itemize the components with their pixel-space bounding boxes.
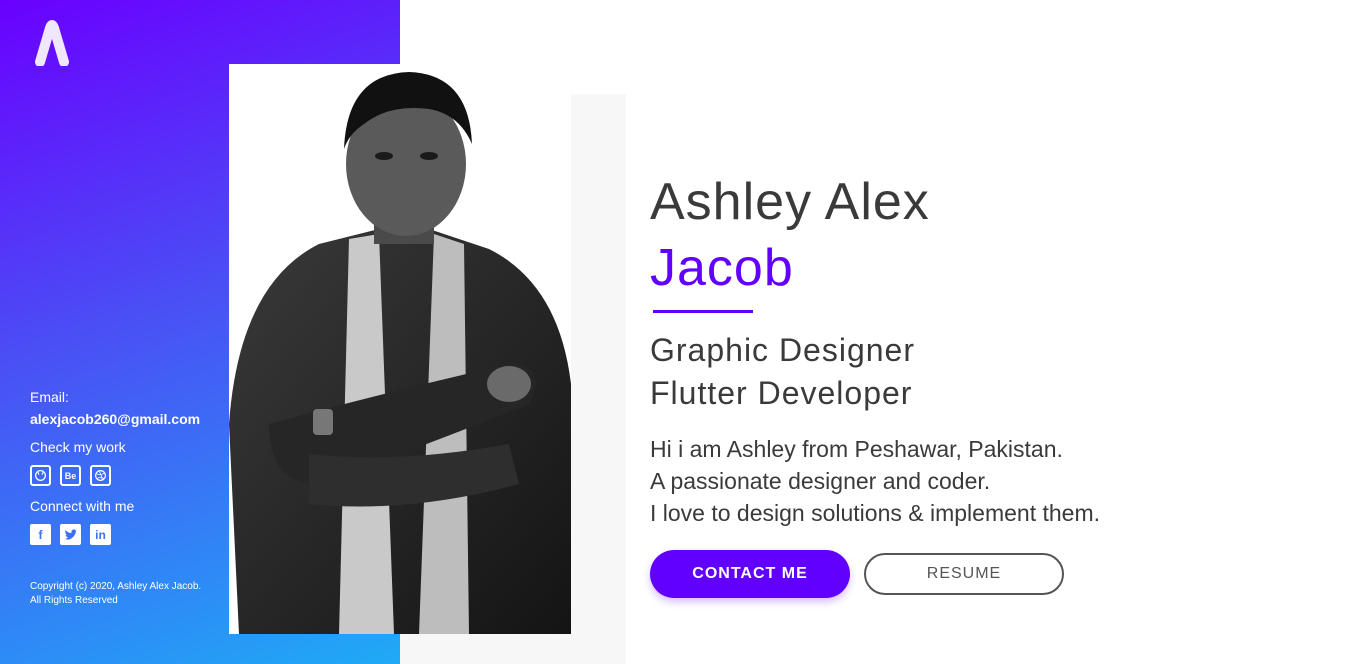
email-link[interactable]: alexjacob260@gmail.com [30,411,200,427]
logo-icon[interactable] [30,20,74,66]
github-icon[interactable] [30,465,51,486]
email-label: Email: [30,389,69,405]
bio-line-3: I love to design solutions & implement t… [650,500,1101,526]
role-2: Flutter Developer [650,375,913,411]
behance-icon[interactable]: Be [60,465,81,486]
role-1: Graphic Designer [650,332,915,368]
bio-line-1: Hi i am Ashley from Peshawar, Pakistan. [650,436,1063,462]
copyright: Copyright (c) 2020, Ashley Alex Jacob. A… [30,581,202,606]
name-last: Jacob [650,239,794,297]
contact-me-button[interactable]: CONTACT ME [650,550,850,598]
contact-info: Email: alexjacob260@gmail.com Check my w… [30,388,200,545]
profile-photo [229,64,571,634]
work-icons: Be [30,465,200,486]
linkedin-icon[interactable]: in [90,524,111,545]
connect-label: Connect with me [30,498,135,514]
name-first: Ashley Alex [650,173,930,231]
facebook-icon[interactable]: f [30,524,51,545]
bio-line-2: A passionate designer and coder. [650,468,991,494]
resume-button[interactable]: RESUME [864,553,1064,595]
dribbble-icon[interactable] [90,465,111,486]
check-work-label: Check my work [30,439,126,455]
name-underline [653,310,753,313]
social-icons: f in [30,524,200,545]
twitter-icon[interactable] [60,524,81,545]
